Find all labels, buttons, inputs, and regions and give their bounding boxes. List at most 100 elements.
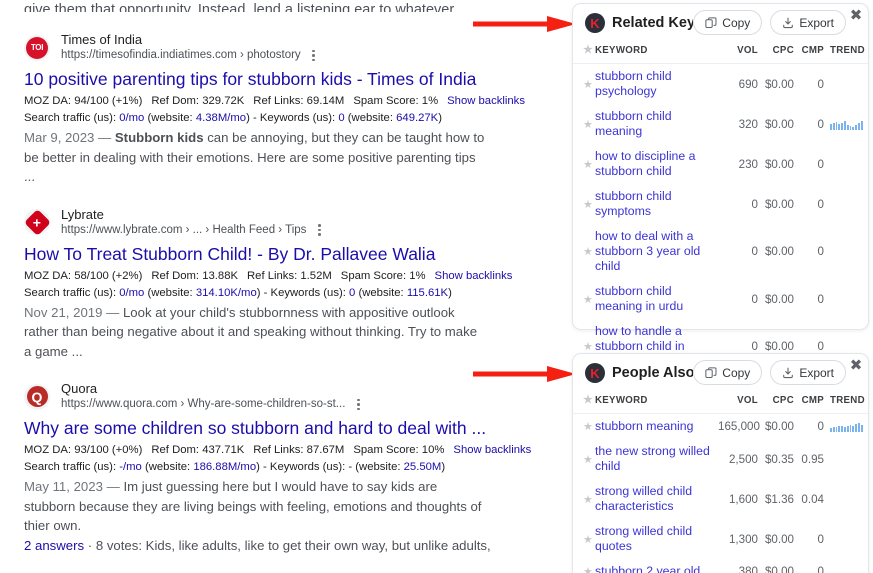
trend-cell: [824, 104, 868, 144]
star-icon[interactable]: ★: [583, 119, 593, 131]
volume-cell: 0: [751, 197, 758, 211]
trend-cell: [824, 184, 868, 224]
keyword-row[interactable]: ★ stubborn child psychology 690 $0.00 0: [573, 64, 868, 105]
favorite-keyword-cell[interactable]: ★: [573, 184, 595, 224]
result-title-link[interactable]: 10 positive parenting tips for stubborn …: [24, 68, 562, 91]
star-icon[interactable]: ★: [583, 567, 593, 573]
column-header-keyword[interactable]: KEYWORD: [595, 392, 718, 414]
star-icon[interactable]: ★: [583, 79, 593, 91]
favorite-keyword-cell[interactable]: ★: [573, 559, 595, 573]
trend-cell: [824, 439, 868, 479]
search-result: Q Quora https://www.quora.com › Why-are-so…: [24, 381, 562, 555]
keyword-cell[interactable]: stubborn child symptoms: [595, 184, 718, 224]
star-icon[interactable]: ★: [583, 534, 593, 546]
keyword-row[interactable]: ★ strong willed child quotes 1,300 $0.00 0: [573, 519, 868, 559]
copy-icon: [705, 366, 717, 378]
show-backlinks-link[interactable]: Show backlinks: [447, 95, 525, 107]
column-header-keyword[interactable]: KEYWORD: [595, 42, 718, 64]
cpc-cell: $0.00: [764, 532, 794, 546]
result-title-link[interactable]: Why are some children so stubborn and ha…: [24, 417, 562, 440]
favorite-all-column-header[interactable]: ★: [573, 42, 595, 64]
star-icon[interactable]: ★: [583, 395, 593, 406]
keyword-cell[interactable]: stubborn child meaning in urdu: [595, 279, 718, 319]
keyword-cell[interactable]: stubborn child psychology: [595, 64, 718, 105]
copy-button[interactable]: Copy: [693, 360, 763, 385]
star-icon[interactable]: ★: [583, 422, 593, 433]
result-header: + Lybrate https://www.lybrate.com › ... › …: [24, 207, 562, 238]
column-header-trend[interactable]: TREND: [824, 42, 868, 64]
export-button[interactable]: Export: [770, 360, 846, 385]
keyword-row[interactable]: ★ how to discipline a stubborn child 230 $0…: [573, 144, 868, 184]
result-source-block: Times of India https://timesofindia.india…: [61, 32, 320, 63]
keyword-cell[interactable]: strong willed child quotes: [595, 519, 718, 559]
favorite-keyword-cell[interactable]: ★: [573, 439, 595, 479]
favorite-keyword-cell[interactable]: ★: [573, 64, 595, 105]
show-backlinks-link[interactable]: Show backlinks: [435, 270, 513, 282]
volume-cell: 1,600: [728, 492, 758, 506]
star-icon[interactable]: ★: [583, 247, 593, 258]
keyword-cell[interactable]: how to deal with a stubborn 3 year old c…: [595, 224, 718, 279]
keyword-row[interactable]: ★ stubborn meaning 165,000 $0.00 0: [573, 414, 868, 440]
column-header-trend[interactable]: TREND: [824, 392, 868, 414]
trend-cell: [824, 64, 868, 105]
keyword-cell[interactable]: stubborn 2 year old: [595, 559, 718, 573]
column-header-cmp[interactable]: CMP: [794, 42, 824, 64]
favorite-all-column-header[interactable]: ★: [573, 392, 595, 414]
keywords-table-header-row: ★ KEYWORD VOL CPC CMP TREND: [573, 392, 868, 414]
star-icon[interactable]: ★: [583, 454, 593, 466]
column-header-cpc[interactable]: CPC: [758, 42, 794, 64]
star-icon[interactable]: ★: [583, 294, 593, 306]
star-icon[interactable]: ★: [583, 342, 593, 353]
result-options-kebab-icon[interactable]: [308, 49, 320, 63]
keyword-cell[interactable]: the new strong willed child: [595, 439, 718, 479]
keyword-cell[interactable]: how to discipline a stubborn child: [595, 144, 718, 184]
keyword-row[interactable]: ★ strong willed child characteristics 1,60…: [573, 479, 868, 519]
keyword-row[interactable]: ★ the new strong willed child 2,500 $0.35 0.…: [573, 439, 868, 479]
keyword-cell[interactable]: stubborn meaning: [595, 414, 718, 440]
results-list: TOI Times of India https://timesofindia.in…: [24, 32, 562, 573]
trend-sparkline: [830, 119, 868, 130]
keyword-row[interactable]: ★ how to deal with a stubborn 3 year old …: [573, 224, 868, 279]
result-options-kebab-icon[interactable]: [352, 398, 364, 412]
competition-cell: 0: [817, 420, 824, 433]
close-panel-button[interactable]: ✖: [849, 358, 863, 373]
column-header-cmp[interactable]: CMP: [794, 392, 824, 414]
keyword-row[interactable]: ★ stubborn child meaning in urdu 0 $0.00 0: [573, 279, 868, 319]
answers-count-link[interactable]: 2 answers: [24, 538, 84, 553]
star-icon[interactable]: ★: [583, 199, 593, 211]
competition-cell: 0.95: [801, 452, 824, 466]
favorite-keyword-cell[interactable]: ★: [573, 479, 595, 519]
star-icon[interactable]: ★: [583, 159, 593, 171]
favorite-keyword-cell[interactable]: ★: [573, 144, 595, 184]
result-options-kebab-icon[interactable]: [313, 223, 325, 237]
panel-header: K Related Keywords Copy Export ✖: [573, 4, 868, 42]
copy-button[interactable]: Copy: [693, 10, 763, 35]
favorite-keyword-cell[interactable]: ★: [573, 414, 595, 440]
keyword-row[interactable]: ★ stubborn child meaning 320 $0.00 0: [573, 104, 868, 144]
people-also-search-for-panel: KPeople Also Search Fo.CopyExport✖★KEYWO…: [572, 353, 869, 573]
keyword-row[interactable]: ★ stubborn 2 year old 380 $0.00 0: [573, 559, 868, 573]
cpc-cell: $0.00: [764, 197, 794, 211]
keyword-row[interactable]: ★ stubborn child symptoms 0 $0.00 0: [573, 184, 868, 224]
favorite-keyword-cell[interactable]: ★: [573, 519, 595, 559]
result-source-name: Times of India: [61, 32, 143, 47]
competition-cell: 0: [817, 245, 824, 258]
favorite-keyword-cell[interactable]: ★: [573, 279, 595, 319]
trend-cell: [824, 144, 868, 184]
result-url: https://timesofindia.indiatimes.com › ph…: [61, 49, 301, 61]
column-header-vol[interactable]: VOL: [718, 42, 758, 64]
column-header-vol[interactable]: VOL: [718, 392, 758, 414]
favorite-keyword-cell[interactable]: ★: [573, 104, 595, 144]
keyword-cell[interactable]: strong willed child characteristics: [595, 479, 718, 519]
result-source-name: Lybrate: [61, 206, 104, 222]
keywords-everywhere-logo-icon: K: [585, 13, 605, 33]
export-button[interactable]: Export: [770, 10, 846, 35]
favorite-keyword-cell[interactable]: ★: [573, 224, 595, 279]
result-title-link[interactable]: How To Treat Stubborn Child! - By Dr. Pa…: [24, 243, 562, 266]
show-backlinks-link[interactable]: Show backlinks: [453, 444, 531, 456]
close-panel-button[interactable]: ✖: [849, 8, 863, 23]
keyword-cell[interactable]: stubborn child meaning: [595, 104, 718, 144]
column-header-cpc[interactable]: CPC: [758, 392, 794, 414]
star-icon[interactable]: ★: [583, 494, 593, 506]
star-icon[interactable]: ★: [583, 45, 593, 56]
